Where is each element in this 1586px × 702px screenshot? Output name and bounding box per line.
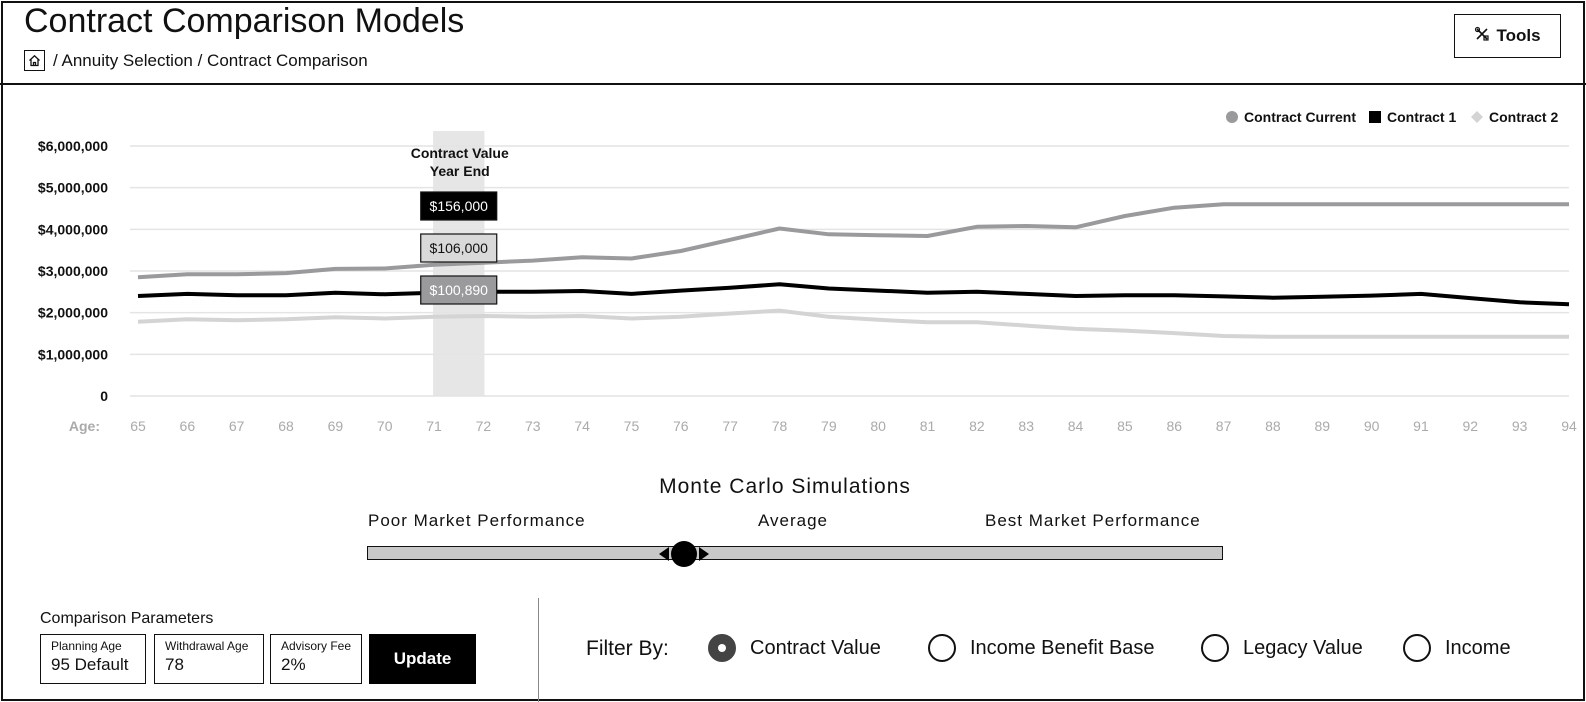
filter-option-contract-value[interactable]: Contract Value (708, 634, 881, 662)
planning-age-value[interactable]: 95 Default (51, 655, 145, 675)
x-tick-label: 84 (1068, 418, 1084, 434)
y-tick-label: $1,000,000 (38, 346, 108, 362)
x-tick-label: 80 (870, 418, 886, 434)
y-tick-label: $3,000,000 (38, 263, 108, 279)
highlight-value-text: $106,000 (430, 240, 489, 256)
highlight-title-line2: Year End (430, 163, 490, 179)
legend-item[interactable]: Contract 2 (1471, 109, 1558, 125)
withdrawal-age-field[interactable]: Withdrawal Age 78 (154, 634, 264, 684)
filter-option-label: Contract Value (750, 636, 881, 659)
legend-label: Contract 2 (1489, 109, 1558, 125)
x-tick-label: 87 (1216, 418, 1232, 434)
best-market-label: Best Market Performance (985, 511, 1201, 530)
y-tick-label: $5,000,000 (38, 180, 108, 196)
radio-icon (928, 634, 956, 662)
x-tick-label: 79 (821, 418, 837, 434)
x-axis-label: Age: (69, 418, 100, 434)
comparison-parameters-title: Comparison Parameters (40, 610, 214, 627)
x-tick-label: 69 (328, 418, 344, 434)
filter-option-legacy-value[interactable]: Legacy Value (1201, 634, 1363, 662)
withdrawal-age-label: Withdrawal Age (165, 639, 249, 653)
x-tick-label: 67 (229, 418, 245, 434)
advisory-fee-label: Advisory Fee (281, 639, 352, 653)
tools-label: Tools (1496, 26, 1541, 45)
filter-option-income-benefit-base[interactable]: Income Benefit Base (928, 634, 1155, 662)
average-market-label: Average (758, 511, 829, 530)
x-tick-label: 89 (1314, 418, 1330, 434)
poor-market-label: Poor Market Performance (368, 511, 586, 530)
monte-carlo-slider-track[interactable] (367, 546, 1223, 560)
legend-label: Contract 1 (1387, 109, 1456, 125)
highlight-value-badge: $156,000 (420, 191, 498, 221)
y-tick-label: $4,000,000 (38, 221, 108, 237)
update-button[interactable]: Update (369, 634, 476, 684)
filter-option-label: Income Benefit Base (970, 636, 1155, 659)
x-tick-label: 73 (525, 418, 541, 434)
filter-option-income[interactable]: Income (1403, 634, 1511, 662)
x-tick-label: 93 (1512, 418, 1528, 434)
highlight-value-badge: $100,890 (420, 275, 498, 305)
highlight-value-badge: $106,000 (420, 233, 498, 263)
x-tick-label: 88 (1265, 418, 1281, 434)
breadcrumb-path[interactable]: / Annuity Selection / Contract Compariso… (53, 51, 368, 71)
x-tick-label: 85 (1117, 418, 1133, 434)
planning-age-label: Planning Age (51, 639, 122, 653)
tools-icon (1474, 26, 1490, 47)
series-line-contract-2[interactable] (137, 308, 1569, 339)
x-tick-label: 68 (278, 418, 294, 434)
x-tick-label: 86 (1166, 418, 1182, 434)
x-tick-label: 92 (1463, 418, 1479, 434)
x-tick-label: 77 (722, 418, 738, 434)
x-tick-label: 91 (1413, 418, 1429, 434)
radio-icon (1201, 634, 1229, 662)
x-tick-label: 75 (624, 418, 640, 434)
filter-option-label: Income (1445, 636, 1511, 659)
radio-icon (708, 634, 736, 662)
x-tick-label: 70 (377, 418, 393, 434)
arrow-right-icon (698, 547, 709, 561)
filter-option-label: Legacy Value (1243, 636, 1363, 659)
x-tick-label: 94 (1561, 418, 1577, 434)
highlight-value-text: $100,890 (430, 282, 489, 298)
section-divider (538, 598, 539, 702)
legend-square-icon (1369, 111, 1381, 123)
legend-item[interactable]: Contract 1 (1369, 109, 1456, 125)
x-tick-label: 78 (772, 418, 788, 434)
x-tick-label: 66 (180, 418, 196, 434)
filter-by-label: Filter By: (586, 637, 669, 660)
planning-age-field[interactable]: Planning Age 95 Default (40, 634, 146, 684)
series-line-contract-current[interactable] (137, 202, 1569, 280)
legend-circle-icon (1226, 111, 1238, 123)
x-tick-label: 81 (920, 418, 936, 434)
x-tick-label: 65 (130, 418, 146, 434)
contract-value-chart: $6,000,000 $5,000,000 $4,000,000 $3,000,000… (38, 109, 1577, 434)
x-tick-label: 71 (426, 418, 442, 434)
advisory-fee-value[interactable]: 2% (281, 655, 361, 675)
x-tick-label: 83 (1018, 418, 1034, 434)
legend-diamond-icon (1471, 111, 1483, 123)
x-tick-label: 82 (969, 418, 985, 434)
highlight-value-text: $156,000 (430, 198, 489, 214)
monte-carlo-title: Monte Carlo Simulations (659, 475, 911, 498)
arrow-left-icon (658, 547, 669, 561)
radio-icon (1403, 634, 1431, 662)
legend-label: Contract Current (1244, 109, 1356, 125)
breadcrumb: / Annuity Selection / Contract Compariso… (24, 50, 368, 71)
y-tick-label: $2,000,000 (38, 305, 108, 321)
highlight-title-line1: Contract Value (411, 145, 509, 161)
page-title: Contract Comparison Models (24, 2, 465, 40)
x-tick-label: 74 (574, 418, 590, 434)
monte-carlo-slider-thumb[interactable] (656, 540, 712, 568)
y-tick-label: $6,000,000 (38, 138, 108, 154)
tools-button[interactable]: Tools (1454, 14, 1561, 58)
y-tick-label: 0 (100, 388, 108, 404)
x-tick-label: 72 (476, 418, 492, 434)
x-tick-label: 90 (1364, 418, 1380, 434)
withdrawal-age-value[interactable]: 78 (165, 655, 263, 675)
legend-item[interactable]: Contract Current (1226, 109, 1356, 125)
series-line-contract-1[interactable] (137, 282, 1570, 307)
home-icon[interactable] (24, 50, 45, 71)
advisory-fee-field[interactable]: Advisory Fee 2% (270, 634, 362, 684)
x-tick-label: 76 (673, 418, 689, 434)
